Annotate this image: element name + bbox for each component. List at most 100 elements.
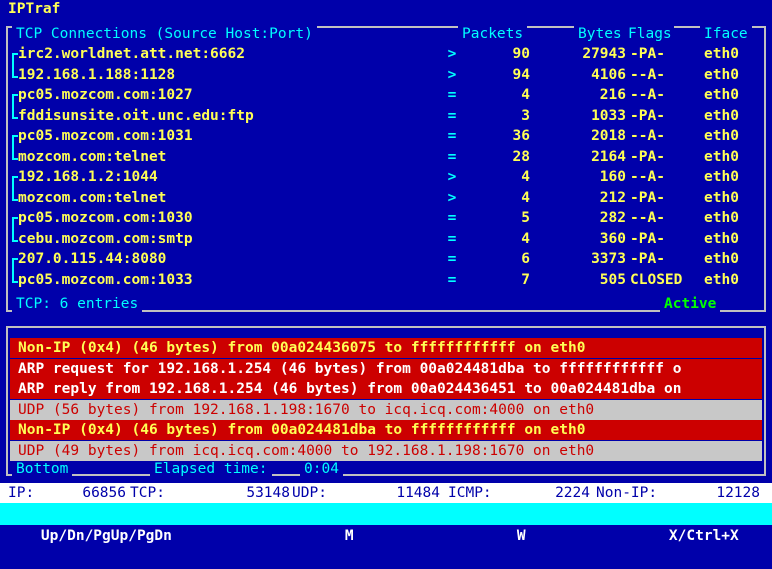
icmp-count-value: 2224 [555, 485, 590, 501]
packet-count: 4 [521, 87, 530, 103]
flags-column-header: Flags [626, 26, 674, 42]
packet-count: 4 [521, 189, 530, 206]
scroll-position-label: Bottom [12, 461, 73, 477]
table-row[interactable]: pc05.mozcom.com:1031 = 36 2018 --A-eth0 [0, 126, 772, 146]
packets-column-header: Packets [458, 26, 528, 42]
byte-count: 505 [599, 271, 626, 288]
table-row[interactable]: irc2.worldnet.att.net:6662 >90 27943 -PA-et… [0, 44, 772, 64]
connection-host: pc05.mozcom.com:1027 [18, 87, 193, 103]
packet-log-entry: Non-IP (0x4) (46 bytes) from 00a024481db… [10, 420, 762, 440]
nonip-count-label: Non-IP: [596, 485, 658, 501]
tcp-flags: -PA- [630, 148, 665, 165]
direction-indicator: = [447, 128, 457, 144]
packet-count: 94 [512, 66, 530, 83]
exit-key-hint: X/Ctrl+X [668, 528, 739, 544]
more-info-desc: -more TCP info [353, 528, 476, 544]
direction-indicator: = [447, 251, 457, 267]
table-row[interactable]: 207.0.115.44:8080 = 6 3373 -PA-eth0 [0, 249, 772, 269]
exit-desc: -Exit [738, 528, 772, 544]
packet-count: 7 [521, 271, 530, 288]
scroll-keys-hint: Up/Dn/PgUp/PgDn [40, 528, 172, 544]
packet-count: 36 [512, 128, 530, 144]
capture-status: Active [660, 296, 721, 312]
direction-indicator: = [447, 230, 457, 247]
byte-count: 360 [599, 230, 626, 247]
table-row[interactable]: 192.168.1.2:1044 >4 160 --A-eth0 [0, 167, 772, 187]
byte-count: 212 [599, 189, 626, 206]
interface-name: eth0 [704, 107, 739, 124]
direction-indicator: > [447, 189, 457, 206]
connection-host: mozcom.com:telnet [18, 189, 167, 206]
byte-count: 2164 [591, 148, 626, 165]
packet-count: 90 [512, 46, 530, 62]
byte-count: 282 [599, 210, 626, 226]
tcp-flags: -PA- [630, 251, 665, 267]
packet-count: 3 [521, 107, 530, 124]
byte-count: 27943 [582, 46, 626, 62]
direction-indicator: > [447, 66, 457, 83]
interface-name: eth0 [704, 46, 739, 62]
byte-count: 216 [599, 87, 626, 103]
connection-host: 192.168.1.2:1044 [18, 169, 158, 185]
packet-log-entry: UDP (56 bytes) from 192.168.1.198:1670 t… [10, 399, 762, 420]
packet-count: 5 [521, 210, 530, 226]
tcp-header-label: TCP Connections (Source Host:Port) [12, 26, 317, 42]
interface-name: eth0 [704, 148, 739, 165]
bytes-column-header: Bytes [574, 26, 626, 42]
byte-count: 160 [599, 169, 626, 185]
tcp-flags: --A- [630, 210, 665, 226]
change-window-key-hint: W [516, 528, 526, 544]
table-row[interactable]: 192.168.1.188:1128 >94 4106 --A-eth0 [0, 65, 772, 85]
connection-host: pc05.mozcom.com:1033 [18, 271, 193, 288]
direction-indicator: = [447, 148, 457, 165]
table-row[interactable]: pc05.mozcom.com:1033 = 7 505 CLOSED eth0 [0, 270, 772, 290]
udp-count-value: 11484 [396, 485, 440, 501]
direction-indicator: = [447, 210, 457, 226]
tcp-flags: -PA- [630, 230, 665, 247]
app-title: IPTraf [8, 1, 61, 17]
interface-name: eth0 [704, 128, 739, 144]
connection-host: pc05.mozcom.com:1030 [18, 210, 193, 226]
packet-log-entry: Non-IP (0x4) (46 bytes) from 00a02443607… [10, 338, 762, 358]
packet-log-entry: ARP request for 192.168.1.254 (46 bytes)… [10, 358, 762, 379]
connection-host: 207.0.115.44:8080 [18, 251, 167, 267]
tcp-flags: --A- [630, 128, 665, 144]
connection-host: 192.168.1.188:1128 [18, 66, 176, 83]
elapsed-time-label: Elapsed time: [150, 461, 272, 477]
interface-name: eth0 [704, 189, 739, 206]
interface-name: eth0 [704, 87, 739, 103]
direction-indicator: = [447, 87, 457, 103]
udp-count-label: UDP: [292, 485, 327, 501]
table-row[interactable]: mozcom.com:telnet = 28 2164 -PA-eth0 [0, 147, 772, 167]
direction-indicator: > [447, 46, 457, 62]
byte-count: 2018 [591, 128, 626, 144]
nonip-count-value: 12128 [716, 485, 760, 501]
byte-count: 4106 [591, 66, 626, 83]
change-window-desc: -chg actv win [525, 528, 640, 544]
elapsed-time-value: 0:04 [300, 461, 343, 477]
tcp-count-label: TCP: [130, 485, 165, 501]
packet-count: 28 [512, 148, 530, 165]
connection-host: pc05.mozcom.com:1031 [18, 128, 193, 144]
traffic-stats-bar: IP: 66856 TCP: 53148 UDP: 11484 ICMP: 22… [0, 483, 772, 503]
tcp-flags: -PA- [630, 46, 665, 62]
tcp-flags: --A- [630, 66, 665, 83]
table-row[interactable]: mozcom.com:telnet >4 212 -PA-eth0 [0, 188, 772, 208]
table-row[interactable]: fddisunsite.oit.unc.edu:ftp = 3 1033 -PA-eth… [0, 106, 772, 126]
tcp-flags: -PA- [630, 107, 665, 124]
interface-name: eth0 [704, 271, 739, 288]
tcp-flags: --A- [630, 169, 665, 185]
table-row[interactable]: pc05.mozcom.com:1027 = 4 216 --A-eth0 [0, 85, 772, 105]
keyboard-help-bar: Up/Dn/PgUp/PgDn-scrl actv win M-more TCP… [0, 503, 772, 544]
more-info-key-hint: M [344, 528, 354, 544]
ip-count-label: IP: [8, 485, 35, 501]
table-row[interactable]: pc05.mozcom.com:1030 = 5 282 --A-eth0 [0, 208, 772, 228]
direction-indicator: > [447, 169, 457, 185]
tcp-entry-count: TCP: 6 entries [12, 296, 143, 312]
tcp-count-value: 53148 [246, 485, 290, 501]
interface-name: eth0 [704, 210, 739, 226]
packet-count: 4 [521, 169, 530, 185]
byte-count: 3373 [591, 251, 626, 267]
connection-host: mozcom.com:telnet [18, 148, 167, 165]
table-row[interactable]: cebu.mozcom.com:smtp = 4 360 -PA-eth0 [0, 229, 772, 249]
